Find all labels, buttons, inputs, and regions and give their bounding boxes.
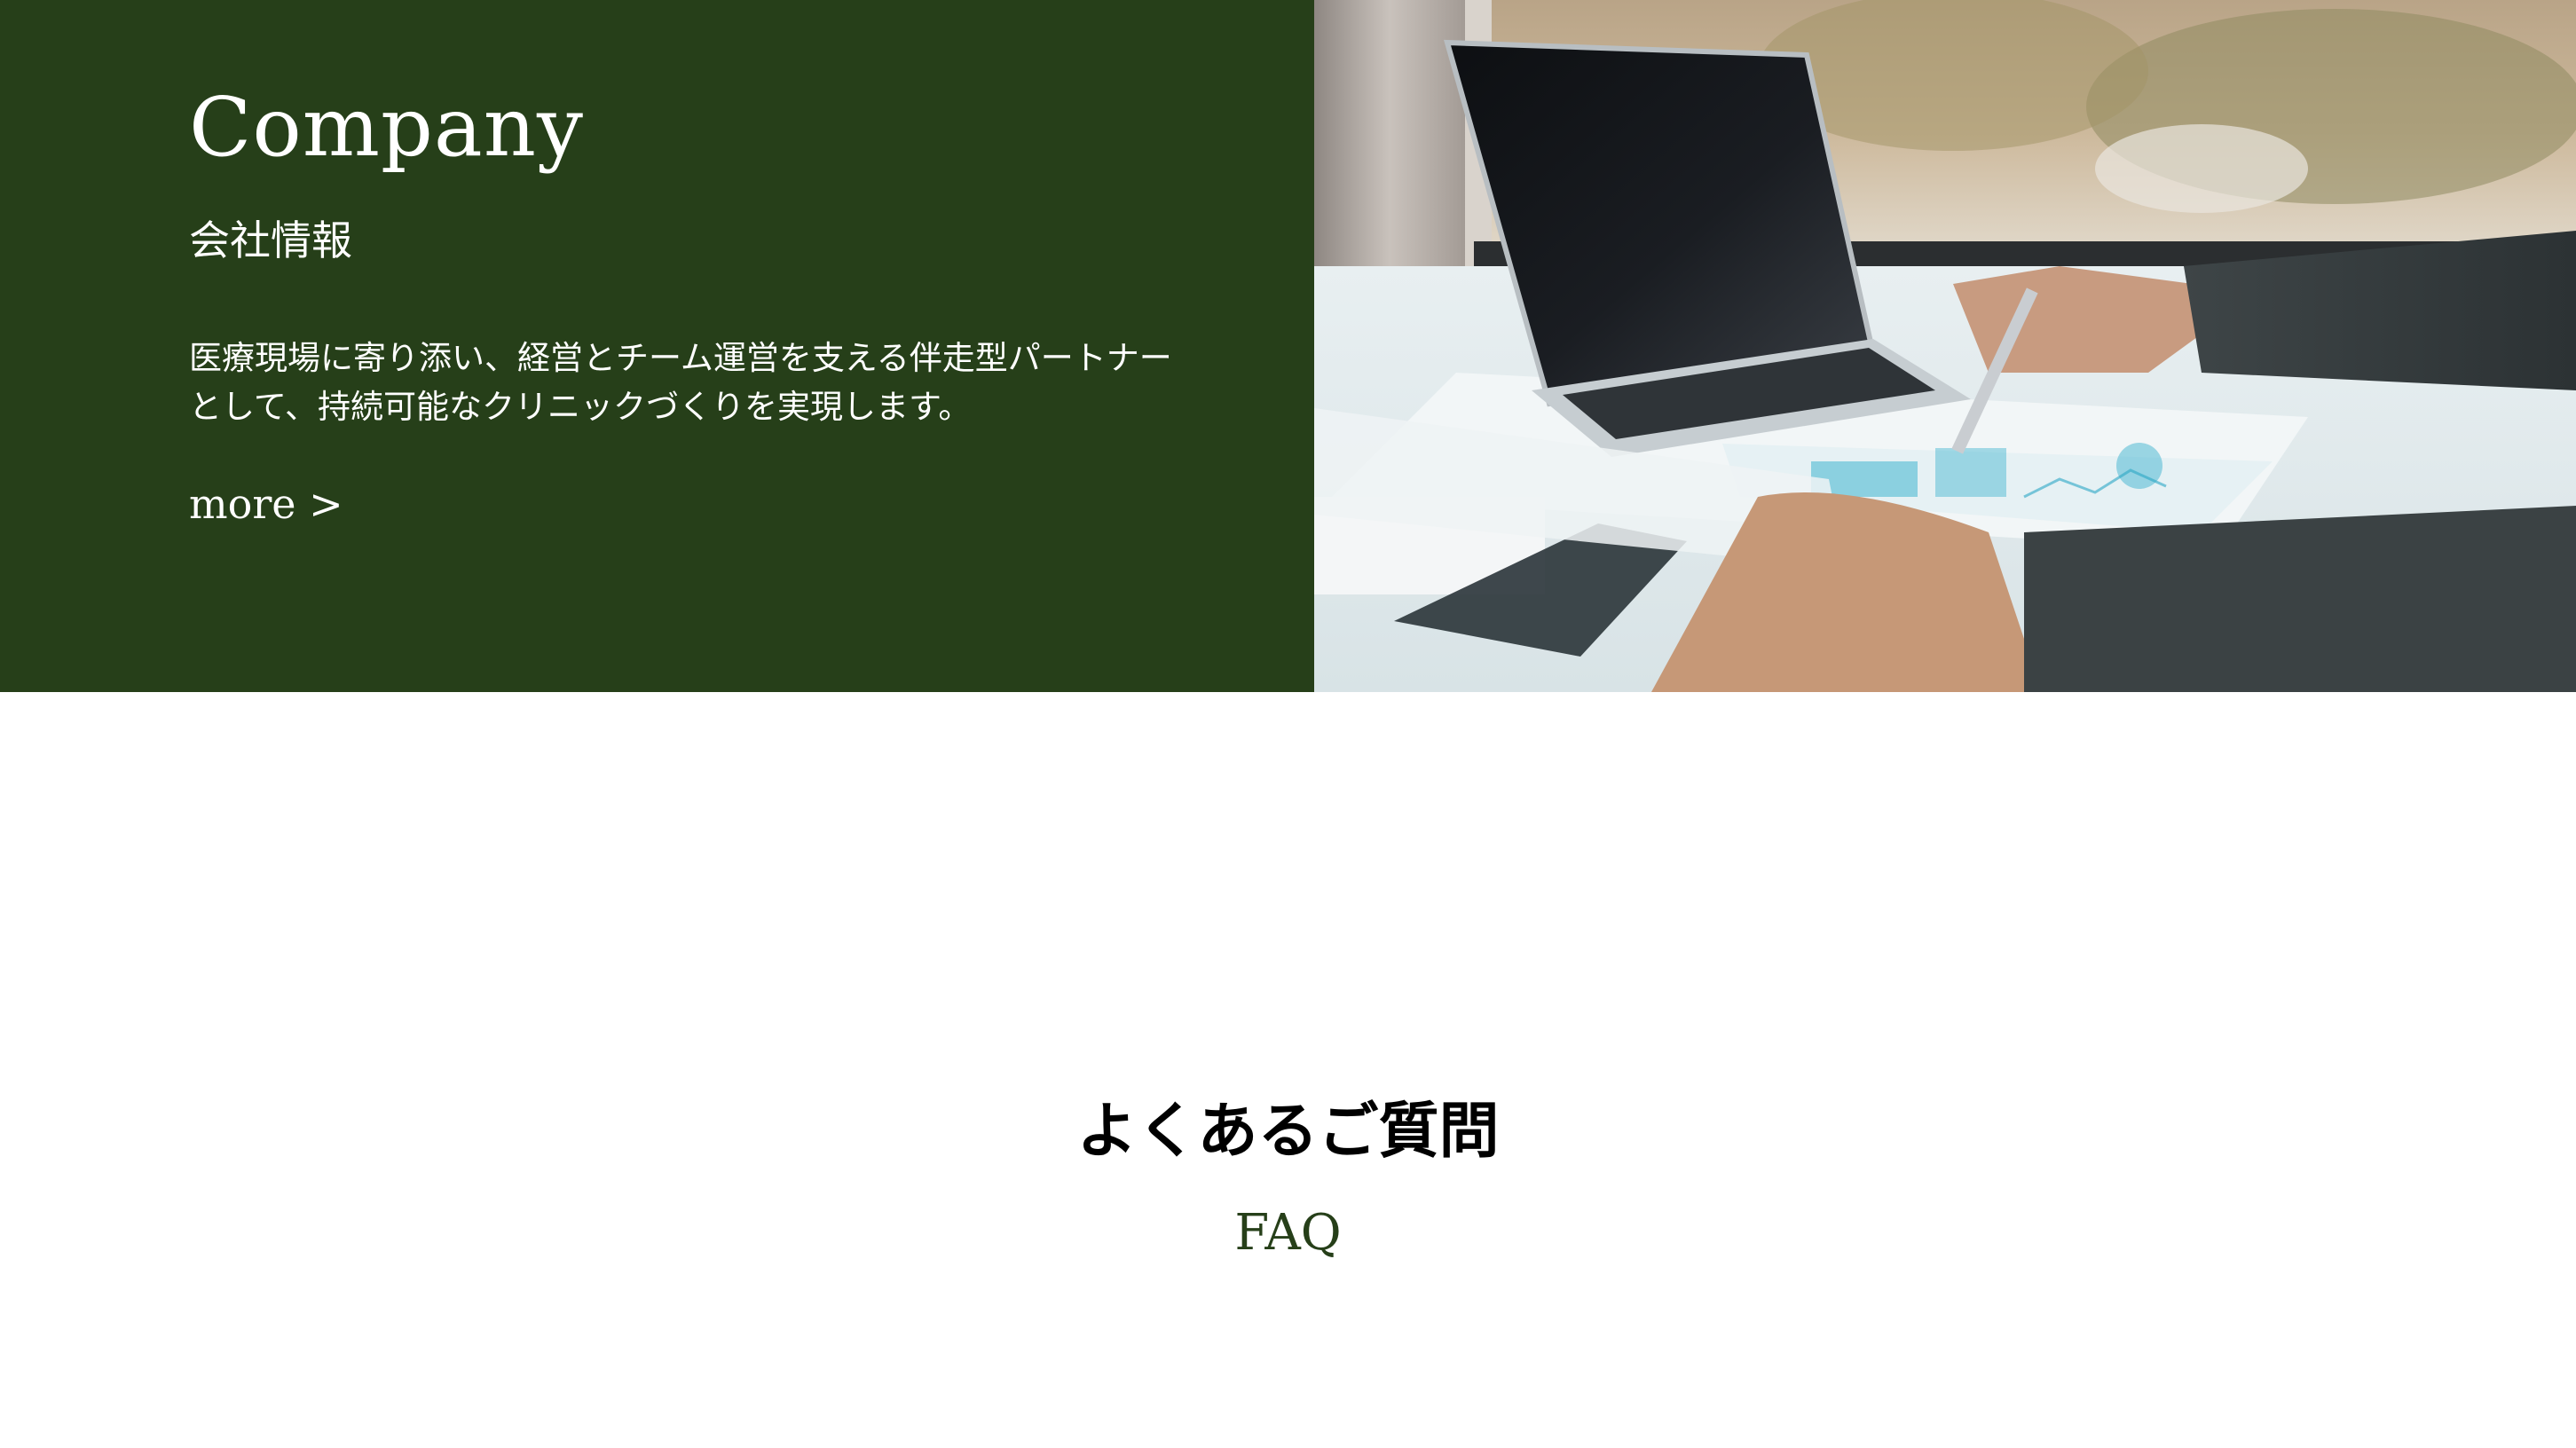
faq-title: よくあるご質問	[1076, 1097, 1500, 1167]
company-description-line: として、持続可能なクリニックづくりを実現します。	[189, 388, 972, 426]
company-description: 医療現場に寄り添い、経営とチーム運営を支える伴走型パートナー として、持続可能な…	[189, 334, 1272, 431]
company-section: Company 会社情報 医療現場に寄り添い、経営とチーム運営を支える伴走型パー…	[0, 0, 2576, 692]
company-photo	[1314, 0, 2576, 692]
company-description-line: 医療現場に寄り添い、経営とチーム運営を支える伴走型パートナー	[189, 339, 1172, 377]
faq-subtitle: FAQ	[1234, 1204, 1342, 1262]
company-subtitle: 会社情報	[189, 216, 352, 264]
company-more-link[interactable]: more >	[189, 477, 343, 531]
company-title: Company	[189, 80, 584, 175]
company-panel: Company 会社情報 医療現場に寄り添い、経営とチーム運営を支える伴走型パー…	[0, 0, 1314, 692]
faq-section: よくあるご質問 FAQ	[0, 1047, 2576, 1258]
laptop-desk-image	[1314, 0, 2576, 692]
